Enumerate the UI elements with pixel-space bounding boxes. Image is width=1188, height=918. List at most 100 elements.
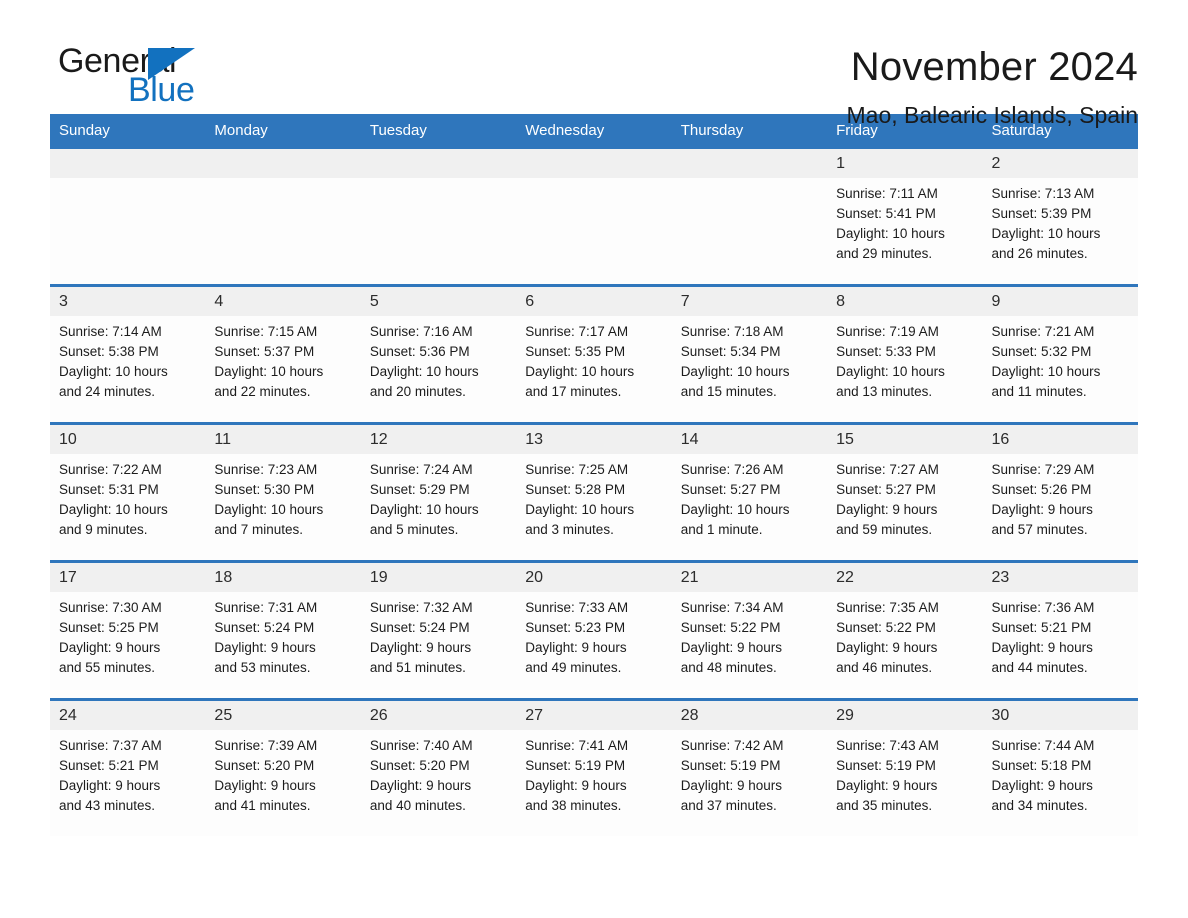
calendar-week-row: 17 Sunrise: 7:30 AM Sunset: 5:25 PM Dayligh… [50, 560, 1138, 700]
calendar-day-cell[interactable]: 3 Sunrise: 7:14 AM Sunset: 5:38 PM Daylight… [50, 284, 206, 424]
calendar-cell-empty [50, 149, 206, 286]
calendar-day-cell[interactable]: 5 Sunrise: 7:16 AM Sunset: 5:36 PM Daylight… [360, 284, 517, 424]
day-details: Sunrise: 7:43 AM Sunset: 5:19 PM Daylight:… [827, 730, 982, 816]
day-box: 23 Sunrise: 7:36 AM Sunset: 5:21 PM Dayligh… [982, 563, 1138, 698]
day-box: 12 Sunrise: 7:24 AM Sunset: 5:29 PM Dayligh… [360, 425, 517, 560]
daylight-text-line2: and 9 minutes. [59, 522, 148, 537]
daylight-text-line1: Daylight: 10 hours [991, 226, 1101, 241]
sunrise-text: Sunrise: 7:32 AM [369, 600, 473, 615]
daylight-text-line2: and 37 minutes. [680, 798, 777, 813]
calendar-day-cell[interactable]: 23 Sunrise: 7:36 AM Sunset: 5:21 PM Dayligh… [982, 560, 1138, 700]
calendar-day-cell[interactable]: 28 Sunrise: 7:42 AM Sunset: 5:19 PM Dayligh… [671, 698, 828, 836]
calendar-day-cell[interactable]: 2 Sunrise: 7:13 AM Sunset: 5:39 PM Daylight… [982, 149, 1138, 286]
sunrise-text: Sunrise: 7:36 AM [991, 600, 1095, 615]
sunset-text: Sunset: 5:25 PM [59, 620, 159, 635]
day-details: Sunrise: 7:22 AM Sunset: 5:31 PM Daylight:… [50, 454, 205, 540]
sunrise-text: Sunrise: 7:35 AM [836, 600, 939, 615]
day-number: 28 [671, 701, 828, 730]
day-details: Sunrise: 7:13 AM Sunset: 5:39 PM Daylight:… [983, 178, 1138, 264]
calendar-day-cell[interactable]: 6 Sunrise: 7:17 AM Sunset: 5:35 PM Daylight… [516, 284, 672, 424]
sunset-text: Sunset: 5:20 PM [214, 758, 315, 773]
daylight-text-line2: and 7 minutes. [214, 522, 303, 537]
daylight-text-line2: and 38 minutes. [525, 798, 622, 813]
sunrise-text: Sunrise: 7:37 AM [59, 738, 162, 753]
calendar-day-cell[interactable]: 9 Sunrise: 7:21 AM Sunset: 5:32 PM Daylight… [982, 284, 1138, 424]
calendar-day-cell[interactable]: 7 Sunrise: 7:18 AM Sunset: 5:34 PM Daylight… [671, 284, 828, 424]
calendar-day-cell[interactable]: 30 Sunrise: 7:44 AM Sunset: 5:18 PM Dayligh… [982, 698, 1138, 836]
sunset-text: Sunset: 5:28 PM [525, 482, 626, 497]
day-details: Sunrise: 7:34 AM Sunset: 5:22 PM Daylight:… [672, 592, 827, 678]
sunset-text: Sunset: 5:21 PM [991, 620, 1092, 635]
day-box: 25 Sunrise: 7:39 AM Sunset: 5:20 PM Dayligh… [205, 701, 361, 836]
calendar-day-cell[interactable]: 20 Sunrise: 7:33 AM Sunset: 5:23 PM Dayligh… [516, 560, 672, 700]
day-box: 18 Sunrise: 7:31 AM Sunset: 5:24 PM Dayligh… [205, 563, 361, 698]
calendar-day-cell[interactable]: 4 Sunrise: 7:15 AM Sunset: 5:37 PM Daylight… [205, 284, 361, 424]
sunset-text: Sunset: 5:27 PM [836, 482, 936, 497]
sunset-text: Sunset: 5:22 PM [680, 620, 781, 635]
day-details: Sunrise: 7:31 AM Sunset: 5:24 PM Daylight:… [205, 592, 360, 678]
daylight-text-line1: Daylight: 9 hours [836, 778, 938, 793]
calendar-day-cell[interactable]: 15 Sunrise: 7:27 AM Sunset: 5:27 PM Dayligh… [827, 422, 983, 562]
day-box: 10 Sunrise: 7:22 AM Sunset: 5:31 PM Dayligh… [50, 425, 206, 560]
calendar-day-cell[interactable]: 1 Sunrise: 7:11 AM Sunset: 5:41 PM Daylight… [827, 149, 983, 286]
calendar-week-row: 10 Sunrise: 7:22 AM Sunset: 5:31 PM Dayligh… [50, 422, 1138, 562]
day-box: 1 Sunrise: 7:11 AM Sunset: 5:41 PM Daylight… [827, 149, 983, 284]
calendar-day-cell[interactable]: 25 Sunrise: 7:39 AM Sunset: 5:20 PM Dayligh… [205, 698, 361, 836]
daylight-text-line2: and 48 minutes. [680, 660, 777, 675]
sunrise-text: Sunrise: 7:30 AM [59, 600, 162, 615]
sunset-text: Sunset: 5:20 PM [369, 758, 470, 773]
calendar-day-cell[interactable]: 10 Sunrise: 7:22 AM Sunset: 5:31 PM Dayligh… [50, 422, 206, 562]
calendar-week-row: 1 Sunrise: 7:11 AM Sunset: 5:41 PM Daylight… [50, 149, 1138, 286]
daylight-text-line1: Daylight: 9 hours [680, 778, 782, 793]
calendar-day-cell[interactable]: 19 Sunrise: 7:32 AM Sunset: 5:24 PM Dayligh… [360, 560, 517, 700]
day-box: 7 Sunrise: 7:18 AM Sunset: 5:34 PM Daylight… [671, 287, 828, 422]
day-box: 9 Sunrise: 7:21 AM Sunset: 5:32 PM Daylight… [982, 287, 1138, 422]
calendar-day-cell[interactable]: 27 Sunrise: 7:41 AM Sunset: 5:19 PM Dayligh… [516, 698, 672, 836]
sunrise-text: Sunrise: 7:23 AM [214, 462, 318, 477]
calendar-day-cell[interactable]: 24 Sunrise: 7:37 AM Sunset: 5:21 PM Dayligh… [50, 698, 206, 836]
calendar-day-cell[interactable]: 8 Sunrise: 7:19 AM Sunset: 5:33 PM Daylight… [827, 284, 983, 424]
calendar-day-cell[interactable]: 14 Sunrise: 7:26 AM Sunset: 5:27 PM Dayligh… [671, 422, 828, 562]
sunset-text: Sunset: 5:24 PM [369, 620, 470, 635]
day-box: 11 Sunrise: 7:23 AM Sunset: 5:30 PM Dayligh… [205, 425, 361, 560]
daylight-text-line2: and 24 minutes. [59, 384, 156, 399]
sunset-text: Sunset: 5:39 PM [991, 206, 1092, 221]
calendar-day-cell[interactable]: 16 Sunrise: 7:29 AM Sunset: 5:26 PM Dayligh… [982, 422, 1138, 562]
calendar-day-cell[interactable]: 26 Sunrise: 7:40 AM Sunset: 5:20 PM Dayligh… [360, 698, 517, 836]
calendar-page: General Blue November 2024 Mao, Balearic… [0, 0, 1188, 918]
day-box: 6 Sunrise: 7:17 AM Sunset: 5:35 PM Daylight… [516, 287, 672, 422]
sunrise-text: Sunrise: 7:39 AM [214, 738, 318, 753]
day-details: Sunrise: 7:37 AM Sunset: 5:21 PM Daylight:… [50, 730, 205, 816]
calendar-day-cell[interactable]: 21 Sunrise: 7:34 AM Sunset: 5:22 PM Dayligh… [671, 560, 828, 700]
page-title: November 2024 [850, 45, 1138, 89]
day-details: Sunrise: 7:24 AM Sunset: 5:29 PM Daylight:… [361, 454, 516, 540]
daylight-text-line1: Daylight: 10 hours [59, 364, 168, 379]
calendar-day-cell[interactable]: 12 Sunrise: 7:24 AM Sunset: 5:29 PM Dayligh… [360, 422, 517, 562]
daylight-text-line1: Daylight: 9 hours [991, 502, 1093, 517]
day-box: 13 Sunrise: 7:25 AM Sunset: 5:28 PM Dayligh… [516, 425, 672, 560]
daylight-text-line2: and 15 minutes. [680, 384, 777, 399]
generalblue-logo[interactable]: General Blue [50, 44, 240, 114]
calendar-day-cell[interactable]: 29 Sunrise: 7:43 AM Sunset: 5:19 PM Dayligh… [827, 698, 983, 836]
sunrise-text: Sunrise: 7:21 AM [991, 324, 1095, 339]
calendar-day-cell[interactable]: 13 Sunrise: 7:25 AM Sunset: 5:28 PM Dayligh… [516, 422, 672, 562]
calendar-day-cell[interactable]: 22 Sunrise: 7:35 AM Sunset: 5:22 PM Dayligh… [827, 560, 983, 700]
daylight-text-line2: and 20 minutes. [369, 384, 466, 399]
day-box [360, 149, 517, 284]
daylight-text-line1: Daylight: 9 hours [369, 640, 472, 655]
day-number: 8 [827, 287, 983, 316]
day-details: Sunrise: 7:16 AM Sunset: 5:36 PM Daylight:… [361, 316, 516, 402]
day-number: 7 [671, 287, 828, 316]
day-number [360, 149, 517, 178]
sunset-text: Sunset: 5:30 PM [214, 482, 315, 497]
calendar-day-cell[interactable]: 18 Sunrise: 7:31 AM Sunset: 5:24 PM Dayligh… [205, 560, 361, 700]
day-details: Sunrise: 7:19 AM Sunset: 5:33 PM Daylight:… [827, 316, 982, 402]
day-number: 14 [671, 425, 828, 454]
day-number: 15 [827, 425, 983, 454]
day-details: Sunrise: 7:15 AM Sunset: 5:37 PM Daylight:… [205, 316, 360, 402]
calendar-day-cell[interactable]: 11 Sunrise: 7:23 AM Sunset: 5:30 PM Dayligh… [205, 422, 361, 562]
daylight-text-line2: and 1 minute. [680, 522, 763, 537]
daylight-text-line2: and 26 minutes. [991, 246, 1088, 261]
daylight-text-line1: Daylight: 10 hours [680, 364, 790, 379]
calendar-day-cell[interactable]: 17 Sunrise: 7:30 AM Sunset: 5:25 PM Dayligh… [50, 560, 206, 700]
